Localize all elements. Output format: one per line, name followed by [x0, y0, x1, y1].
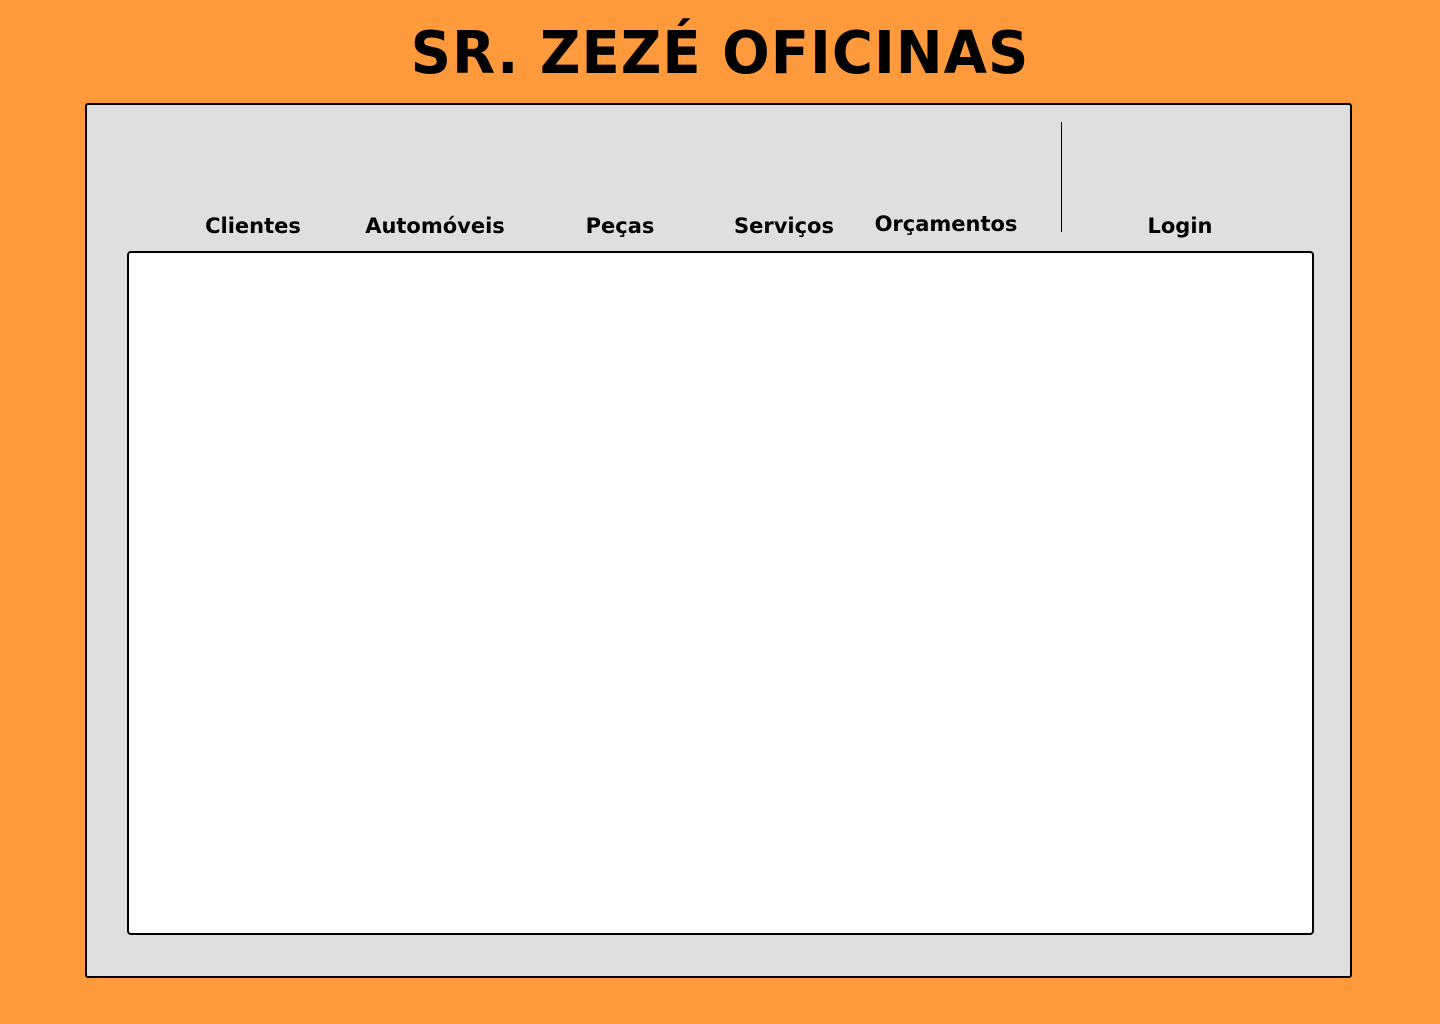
- main-panel: Clientes Automóveis Peças Serviços Orçam…: [85, 103, 1352, 978]
- nav-item-automoveis[interactable]: Automóveis: [365, 213, 505, 239]
- nav-divider: [1061, 122, 1062, 232]
- login-link[interactable]: Login: [1148, 213, 1213, 239]
- app-title: SR. ZEZÉ OFICINAS: [410, 19, 1030, 88]
- nav-item-servicos[interactable]: Serviços: [734, 213, 834, 239]
- content-area: [127, 251, 1314, 935]
- nav-item-clientes[interactable]: Clientes: [205, 213, 301, 239]
- nav-item-orcamentos[interactable]: Orçamentos: [875, 211, 1018, 237]
- nav-item-pecas[interactable]: Peças: [586, 213, 655, 239]
